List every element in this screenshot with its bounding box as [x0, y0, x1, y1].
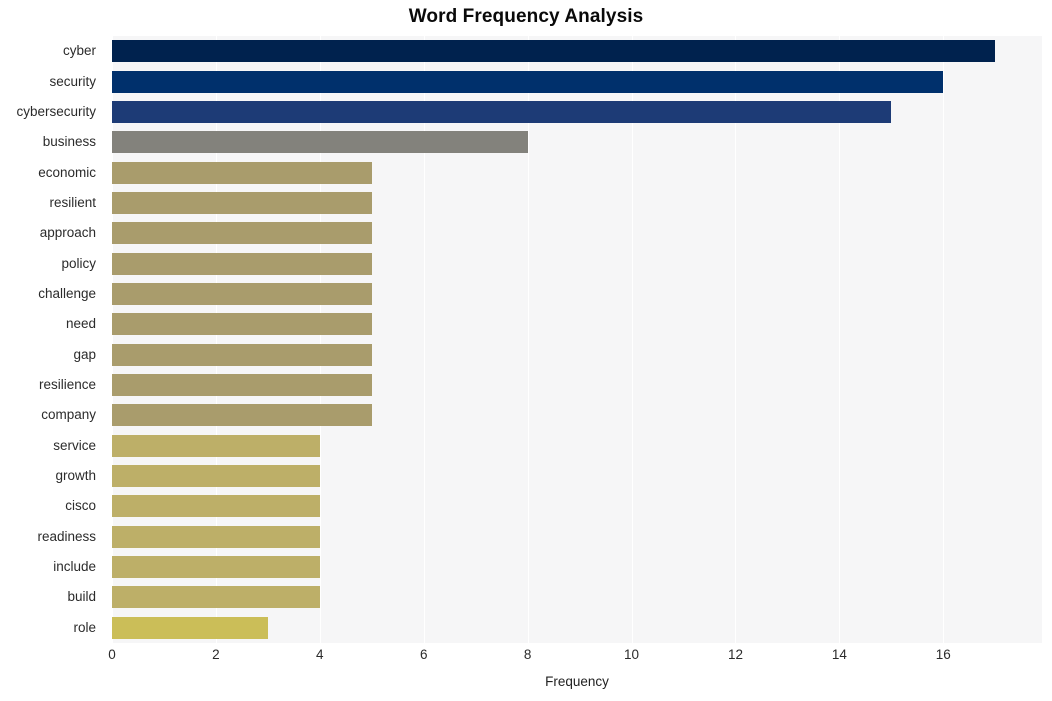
bar — [112, 313, 372, 336]
x-axis-tick-label: 6 — [419, 647, 428, 662]
word-frequency-chart-figure: Word Frequency Analysis cyber security cyb… — [0, 0, 1052, 701]
x-axis-tick-label: 12 — [727, 647, 743, 662]
y-axis-tick-label: policy — [61, 255, 96, 271]
bar — [112, 374, 372, 397]
bar — [112, 252, 372, 275]
y-axis-tick-label: business — [42, 134, 96, 150]
y-axis-tick-label: include — [53, 559, 96, 575]
y-axis-tick-label: cybersecurity — [16, 103, 96, 119]
y-axis-tick-label: cisco — [65, 498, 96, 514]
bar — [112, 434, 320, 457]
bar — [112, 343, 372, 366]
x-axis-tick-label: 4 — [316, 647, 324, 662]
x-axis-tick-label: 10 — [624, 647, 640, 662]
y-axis-tick-label: company — [41, 407, 96, 423]
bar — [112, 70, 944, 93]
x-axis-tick-label: 16 — [935, 647, 951, 662]
bar — [112, 282, 372, 305]
y-axis-tick-label: need — [65, 316, 96, 332]
bar — [112, 556, 320, 579]
bar — [112, 495, 320, 518]
y-axis-tick-label: approach — [39, 225, 96, 241]
y-axis-tick-label: challenge — [38, 285, 96, 301]
bar — [112, 161, 372, 184]
y-axis-tick-label: service — [53, 437, 96, 453]
y-axis-tick-label: resilience — [38, 377, 96, 393]
y-axis-tick-label: gap — [73, 346, 96, 362]
bar — [112, 404, 372, 427]
bar-series — [112, 36, 1042, 643]
y-axis-tick-label: resilient — [49, 194, 96, 210]
y-axis-tick-label: growth — [55, 468, 96, 484]
y-axis-tick-label: cyber — [62, 43, 96, 59]
bar — [112, 131, 528, 154]
y-axis-tick-label: readiness — [37, 528, 96, 544]
bar — [112, 586, 320, 609]
y-axis-tick-label: role — [73, 619, 96, 635]
chart-title: Word Frequency Analysis — [408, 6, 644, 27]
y-axis-tick-label: build — [67, 589, 96, 605]
bar — [112, 100, 892, 123]
bar — [112, 191, 372, 214]
plot-area — [112, 36, 1042, 643]
bar — [112, 40, 996, 63]
x-axis-tick-label: 14 — [831, 647, 847, 662]
bar — [112, 465, 320, 488]
y-axis-tick-label: economic — [38, 164, 96, 180]
x-axis-tick-labels: 0 2 4 6 8 10 12 14 16 — [0, 647, 1052, 671]
bar — [112, 222, 372, 245]
bar — [112, 616, 268, 639]
x-axis-tick-label: 0 — [108, 647, 116, 662]
x-axis-tick-label: 2 — [212, 647, 220, 662]
bar — [112, 525, 320, 548]
x-axis-title: Frequency — [545, 674, 609, 689]
y-axis-tick-labels: cyber security cybersecurity business econom… — [0, 36, 104, 643]
y-axis-tick-label: security — [49, 73, 96, 89]
x-axis-tick-label: 8 — [523, 647, 532, 662]
